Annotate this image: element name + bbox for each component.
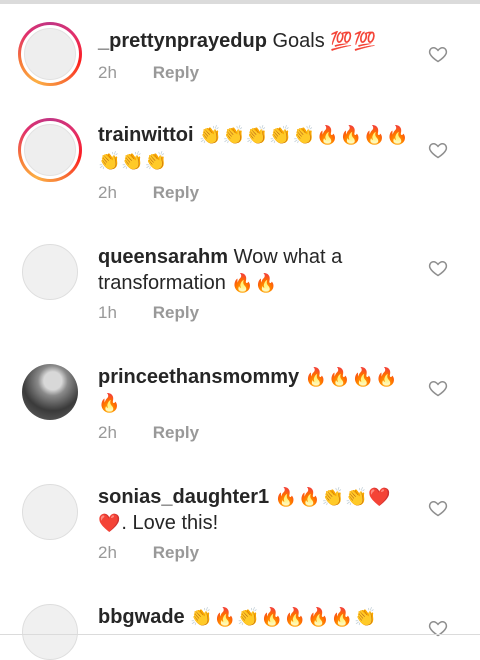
avatar[interactable] xyxy=(22,604,78,660)
comment-time: 2h xyxy=(98,183,117,202)
comment-emoji: 💯💯 xyxy=(330,31,378,51)
comment-time: 1h xyxy=(98,303,117,322)
comment-emoji: 👏🔥👏🔥🔥🔥🔥👏 xyxy=(190,607,378,627)
comment-username[interactable]: bbgwade xyxy=(98,606,185,628)
comment-text: Goals xyxy=(272,30,325,52)
top-divider xyxy=(0,0,480,4)
heart-outline-icon[interactable] xyxy=(428,378,448,398)
reply-button[interactable]: Reply xyxy=(153,63,199,82)
avatar xyxy=(24,28,76,80)
heart-outline-icon[interactable] xyxy=(428,258,448,278)
comment-text: . Love this! xyxy=(121,512,219,534)
comment-time: 2h xyxy=(98,63,117,82)
avatar[interactable] xyxy=(22,364,78,420)
comment-time: 2h xyxy=(98,423,117,442)
comment-username[interactable]: _prettynprayedup xyxy=(98,30,267,52)
comment-emoji: 🔥🔥 xyxy=(231,273,279,293)
reply-button[interactable]: Reply xyxy=(153,543,199,562)
reply-button[interactable]: Reply xyxy=(153,303,199,322)
comment-username[interactable]: sonias_daughter1 xyxy=(98,486,269,508)
avatar-story-ring[interactable] xyxy=(18,22,82,86)
comment-username[interactable]: queensarahm xyxy=(98,246,228,268)
reply-button[interactable]: Reply xyxy=(153,183,199,202)
heart-outline-icon[interactable] xyxy=(428,618,448,638)
heart-outline-icon[interactable] xyxy=(428,498,448,518)
comment-time: 2h xyxy=(98,543,117,562)
avatar xyxy=(24,124,76,176)
avatar-story-ring[interactable] xyxy=(18,118,82,182)
heart-outline-icon[interactable] xyxy=(428,44,448,64)
bottom-divider xyxy=(0,634,480,635)
comment-username[interactable]: trainwittoi xyxy=(98,124,194,146)
comment-username[interactable]: princeethansmommy xyxy=(98,366,299,388)
heart-outline-icon[interactable] xyxy=(428,140,448,160)
avatar[interactable] xyxy=(22,484,78,540)
avatar[interactable] xyxy=(22,244,78,300)
reply-button[interactable]: Reply xyxy=(153,423,199,442)
